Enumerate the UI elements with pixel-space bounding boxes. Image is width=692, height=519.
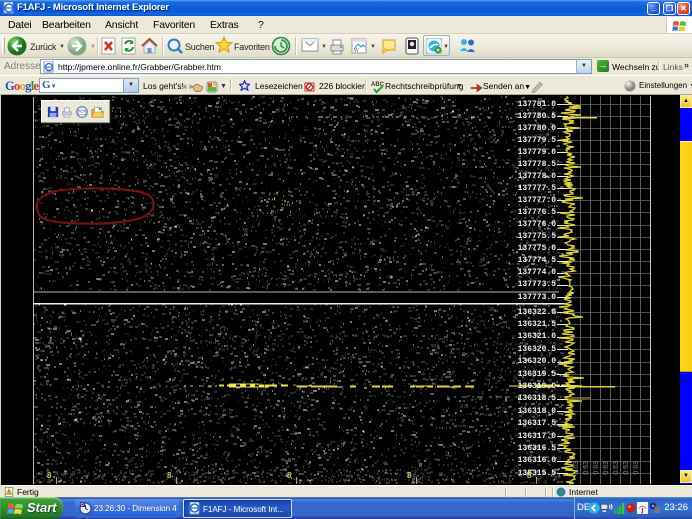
svg-text:D: D xyxy=(81,502,84,507)
svg-text:W: W xyxy=(354,48,359,54)
